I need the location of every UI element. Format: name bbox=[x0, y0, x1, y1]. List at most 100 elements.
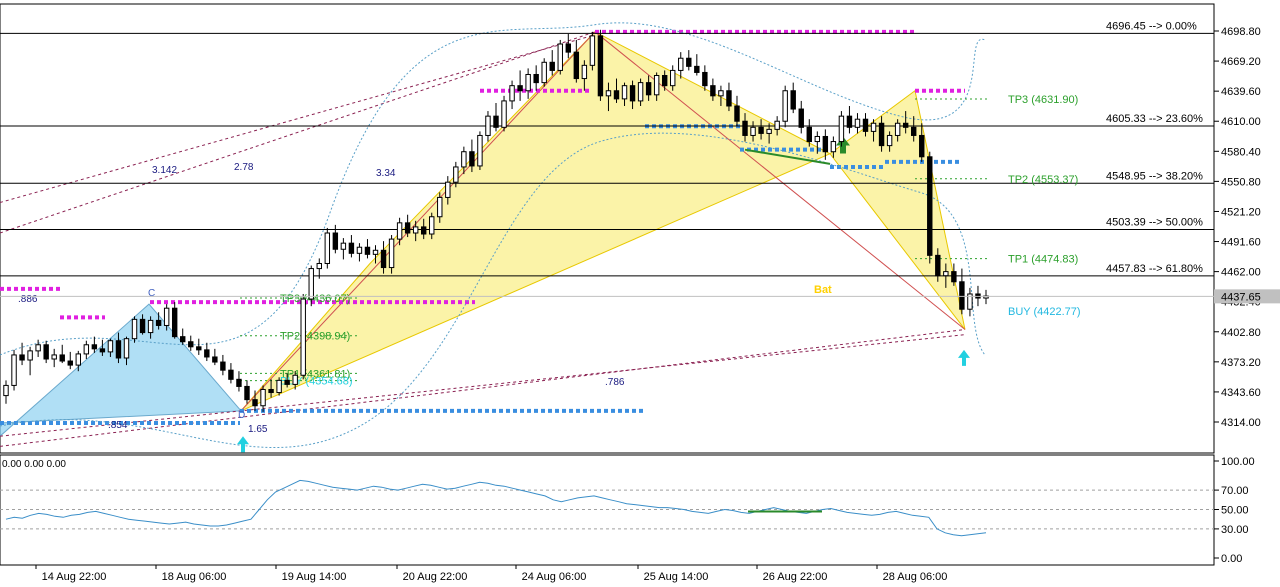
buy-label: BUY (4422.77) bbox=[1008, 306, 1081, 318]
y-tick-label: 4343.60 bbox=[1221, 387, 1261, 399]
candle-body bbox=[702, 71, 708, 87]
pattern-name-label: Bat bbox=[814, 284, 832, 296]
candle-body bbox=[388, 238, 395, 269]
candle-body bbox=[927, 156, 933, 256]
left-target-label: BUY (4354.68) bbox=[280, 376, 353, 388]
y-tick-label: 4521.20 bbox=[1221, 206, 1261, 218]
candle-body bbox=[404, 222, 411, 234]
candle-body bbox=[19, 354, 25, 361]
candle-body bbox=[846, 115, 853, 128]
candle-body bbox=[525, 73, 531, 92]
rsi-tick-label: 0.00 bbox=[1221, 553, 1242, 565]
candle-body bbox=[541, 61, 547, 84]
ratio-label: .786 bbox=[605, 377, 625, 388]
candle-body bbox=[228, 369, 234, 380]
candle-body bbox=[670, 69, 676, 87]
candle-body bbox=[517, 85, 523, 92]
ratio-label: .854 bbox=[108, 420, 128, 431]
candle-body bbox=[11, 354, 17, 386]
candle-body bbox=[180, 336, 186, 343]
candle-body bbox=[131, 318, 138, 340]
candle-body bbox=[782, 90, 788, 122]
candle-body bbox=[878, 122, 885, 147]
candle-body bbox=[726, 90, 732, 107]
candle-body bbox=[147, 319, 154, 334]
candle-body bbox=[774, 120, 780, 130]
candle-body bbox=[951, 271, 957, 283]
candle-body bbox=[886, 134, 893, 147]
candle-body bbox=[589, 35, 596, 66]
point-label: D bbox=[238, 410, 245, 421]
candle-body bbox=[935, 254, 941, 277]
candle-body bbox=[493, 115, 499, 128]
candle-body bbox=[581, 64, 588, 80]
candle-body bbox=[252, 399, 258, 407]
candle-body bbox=[445, 181, 451, 198]
candle-body bbox=[107, 340, 114, 353]
y-tick-label: 4373.20 bbox=[1221, 357, 1261, 369]
ratio-label: 1.65 bbox=[248, 424, 268, 435]
x-tick-label: 20 Aug 22:00 bbox=[403, 571, 468, 583]
candle-body bbox=[276, 379, 282, 394]
candle-body bbox=[661, 75, 668, 87]
candle-body bbox=[171, 307, 178, 338]
y-tick-label: 4491.60 bbox=[1221, 237, 1261, 249]
candle-body bbox=[35, 344, 41, 352]
y-tick-label: 4639.60 bbox=[1221, 86, 1261, 98]
candle-body bbox=[244, 385, 250, 401]
candle-body bbox=[268, 388, 274, 394]
candle-body bbox=[573, 51, 580, 80]
candle-body bbox=[862, 118, 869, 132]
candle-body bbox=[959, 281, 965, 310]
candle-body bbox=[316, 262, 322, 270]
x-tick-label: 18 Aug 06:00 bbox=[162, 571, 227, 583]
ratio-label: .886 bbox=[18, 294, 38, 305]
x-tick-label: 19 Aug 14:00 bbox=[282, 571, 347, 583]
candle-body bbox=[27, 350, 33, 361]
candle-body bbox=[854, 118, 861, 128]
left-target-label: TP3 (4436.07) bbox=[280, 293, 350, 305]
target-label: TP3 (4631.90) bbox=[1008, 94, 1078, 106]
rsi-values-label: 0.00 0.00 0.00 bbox=[2, 459, 66, 470]
candle-body bbox=[838, 115, 845, 143]
ratio-label: 3.34 bbox=[376, 168, 396, 179]
time-axis: 14 Aug 22:00 18 Aug 06:00 19 Aug 14:00 20 A… bbox=[35, 565, 948, 583]
ratio-label: 3.142 bbox=[152, 165, 177, 176]
candle-body bbox=[758, 126, 764, 134]
candle-body bbox=[461, 151, 467, 168]
candle-body bbox=[710, 85, 716, 97]
rsi-tick-label: 30.00 bbox=[1221, 524, 1249, 536]
candle-body bbox=[292, 374, 298, 385]
candle-body bbox=[637, 82, 644, 102]
candle-body bbox=[67, 360, 73, 366]
point-label: C bbox=[148, 288, 155, 299]
candle-body bbox=[420, 226, 427, 235]
candle-body bbox=[894, 122, 901, 136]
candle-body bbox=[501, 100, 507, 128]
candle-body bbox=[557, 43, 563, 71]
candle-body bbox=[549, 61, 555, 71]
candle-body bbox=[139, 318, 146, 334]
candle-body bbox=[485, 115, 491, 136]
candle-body bbox=[437, 196, 443, 218]
candle-body bbox=[870, 122, 877, 132]
fib-level-label: 4696.45 --> 0.00% bbox=[1106, 20, 1197, 32]
fib-level-label: 4457.83 --> 61.80% bbox=[1106, 263, 1203, 275]
candle-body bbox=[653, 75, 660, 96]
candle-body bbox=[212, 356, 218, 363]
candle-body bbox=[718, 90, 724, 97]
candle-body bbox=[605, 90, 612, 97]
ratio-label: 2.78 bbox=[234, 162, 254, 173]
candle-body bbox=[300, 298, 306, 376]
x-tick-label: 24 Aug 06:00 bbox=[522, 571, 587, 583]
candle-body bbox=[412, 226, 419, 234]
candle-body bbox=[91, 344, 98, 350]
y-tick-label: 4698.80 bbox=[1221, 26, 1261, 38]
candle-body bbox=[364, 246, 371, 255]
candle-body bbox=[645, 82, 652, 96]
x-tick-label: 28 Aug 06:00 bbox=[883, 571, 948, 583]
candle-body bbox=[766, 128, 772, 134]
candle-body bbox=[613, 90, 620, 100]
candle-body bbox=[453, 166, 459, 183]
candle-body bbox=[814, 135, 821, 143]
